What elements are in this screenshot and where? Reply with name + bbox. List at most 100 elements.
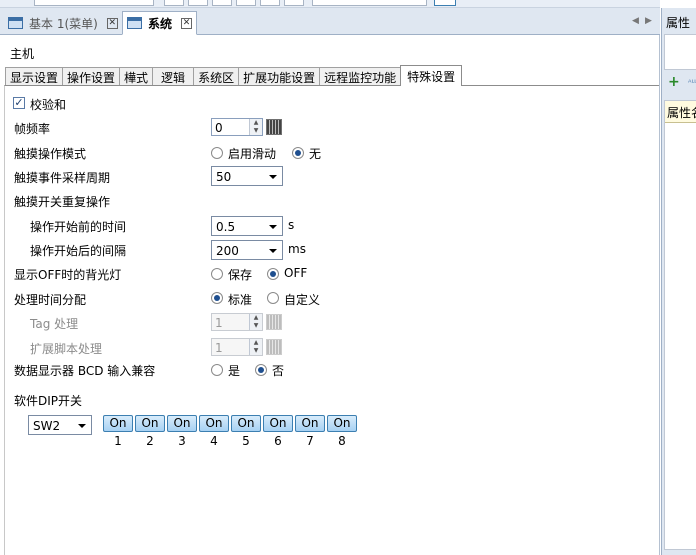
bcd-no-radio[interactable] — [255, 364, 267, 376]
object-selector[interactable] — [664, 34, 696, 70]
toolbar-button[interactable] — [236, 0, 256, 6]
backlight-label: 显示OFF时的背光灯 — [14, 268, 122, 282]
sort-icon[interactable]: ᴬᴸᴸ — [688, 78, 696, 87]
script-process-spinner[interactable]: 1 ▲ ▼ — [211, 338, 263, 356]
toolbar-button[interactable] — [188, 0, 208, 6]
touch-mode-swipe-label: 启用滑动 — [228, 147, 277, 161]
toolbar — [0, 0, 660, 8]
before-time-value: 0.5 — [216, 220, 236, 234]
keypad-icon[interactable] — [266, 339, 282, 355]
tab-extended-functions[interactable]: 扩展功能设置 — [238, 67, 321, 86]
special-settings-content — [4, 85, 659, 555]
toolbar-combo[interactable] — [312, 0, 427, 6]
tab-system-area[interactable]: 系统区 — [193, 67, 240, 86]
touch-sampling-label: 触摸事件采样周期 — [14, 171, 111, 185]
time-division-standard-label: 标准 — [228, 293, 253, 307]
scroll-right-icon[interactable]: ▶ — [645, 16, 652, 26]
dip-switch-5[interactable]: On — [231, 415, 261, 432]
add-icon[interactable]: + — [668, 74, 680, 90]
spin-up-icon[interactable]: ▲ — [250, 339, 262, 347]
tag-process-spinner[interactable]: 1 ▲ ▼ — [211, 313, 263, 331]
tab-display-settings[interactable]: 显示设置 — [5, 67, 64, 86]
dip-switch-number: 7 — [306, 434, 314, 448]
dip-switch-number: 3 — [178, 434, 186, 448]
tab-remote-monitoring[interactable]: 远程监控功能 — [319, 67, 402, 86]
dip-switch-1[interactable]: On — [103, 415, 133, 432]
properties-panel: 属性 + ᴬᴸᴸ 属性名 — [661, 8, 696, 555]
spin-up-icon[interactable]: ▲ — [250, 314, 262, 322]
scroll-left-icon[interactable]: ◀ — [632, 16, 639, 26]
dip-switch-label: 软件DIP开关 — [14, 394, 83, 408]
bcd-label: 数据显示器 BCD 输入兼容 — [14, 364, 156, 378]
backlight-save-label: 保存 — [228, 268, 253, 282]
toolbar-button[interactable] — [284, 0, 304, 6]
dip-switch-7[interactable]: On — [295, 415, 325, 432]
close-icon[interactable]: ✕ — [106, 17, 118, 29]
toolbar-button[interactable] — [260, 0, 280, 6]
property-name-header: 属性名 — [665, 101, 696, 123]
chevron-down-icon — [269, 249, 277, 253]
backlight-off-label: OFF — [284, 266, 308, 280]
dip-switch-number: 2 — [146, 434, 154, 448]
time-division-custom-radio[interactable] — [267, 292, 279, 304]
tab-special-settings[interactable]: 特殊设置 — [400, 65, 463, 86]
keypad-icon[interactable] — [266, 314, 282, 330]
touch-mode-swipe-radio[interactable] — [211, 147, 223, 159]
close-icon[interactable]: ✕ — [181, 17, 193, 29]
backlight-off-radio[interactable] — [267, 268, 279, 280]
screen-icon — [127, 17, 142, 29]
doc-tab-system[interactable]: 系统 ✕ — [122, 11, 198, 35]
dip-switch-selected: SW2 — [33, 419, 61, 433]
script-process-label: 扩展脚本处理 — [30, 342, 103, 356]
spin-down-icon[interactable]: ▼ — [250, 127, 262, 135]
document-tab-bar: 基本 1(菜单) ✕ 系统 ✕ ◀ ▶ — [0, 8, 660, 35]
screen-icon — [8, 17, 23, 29]
checksum-checkbox[interactable]: ✓ — [13, 97, 25, 109]
toolbar-button[interactable] — [212, 0, 232, 6]
spin-up-icon[interactable]: ▲ — [250, 119, 262, 127]
backlight-save-radio[interactable] — [211, 268, 223, 280]
dip-switch-number: 6 — [274, 434, 282, 448]
after-interval-label: 操作开始后的间隔 — [30, 244, 127, 258]
before-time-label: 操作开始前的时间 — [30, 220, 127, 234]
checksum-label: 校验和 — [30, 98, 67, 112]
toolbar-button[interactable] — [434, 0, 456, 6]
tag-process-label: Tag 处理 — [30, 317, 79, 331]
frame-rate-value: 0 — [215, 121, 223, 135]
toolbar-button[interactable] — [164, 0, 184, 6]
property-grid: 属性名 — [664, 100, 696, 550]
tab-operation-settings[interactable]: 操作设置 — [62, 67, 121, 86]
spin-down-icon[interactable]: ▼ — [250, 322, 262, 330]
chevron-down-icon — [269, 225, 277, 229]
bcd-yes-radio[interactable] — [211, 364, 223, 376]
spin-down-icon[interactable]: ▼ — [250, 347, 262, 355]
dip-switch-select[interactable]: SW2 — [28, 415, 92, 435]
settings-tab-bar: 显示设置 操作设置 樺式 逻辑 系统区 扩展功能设置 远程监控功能 特殊设置 — [5, 65, 463, 86]
bcd-no-label: 否 — [272, 364, 285, 378]
tab-logic[interactable]: 逻辑 — [152, 67, 195, 86]
keypad-icon[interactable] — [266, 119, 282, 135]
time-division-label: 处理时间分配 — [14, 293, 87, 307]
panel-title: 主机 — [10, 47, 35, 61]
tab-mode[interactable]: 樺式 — [119, 67, 154, 86]
touch-mode-none-radio[interactable] — [292, 147, 304, 159]
dip-switch-2[interactable]: On — [135, 415, 165, 432]
frame-rate-spinner[interactable]: 0 ▲ ▼ — [211, 118, 263, 136]
before-time-select[interactable]: 0.5 — [211, 216, 283, 236]
dip-switch-3[interactable]: On — [167, 415, 197, 432]
doc-tab-label: 基本 1(菜单) — [29, 16, 98, 31]
dip-switch-4[interactable]: On — [199, 415, 229, 432]
dip-switch-6[interactable]: On — [263, 415, 293, 432]
doc-tab-basic-1[interactable]: 基本 1(菜单) ✕ — [4, 11, 122, 35]
time-division-standard-radio[interactable] — [211, 292, 223, 304]
chevron-down-icon — [78, 424, 86, 428]
doc-tab-label: 系统 — [148, 16, 173, 31]
toolbar-combo[interactable] — [34, 0, 154, 6]
dip-switch-number: 4 — [210, 434, 218, 448]
dip-switch-8[interactable]: On — [327, 415, 357, 432]
after-interval-select[interactable]: 200 — [211, 240, 283, 260]
system-settings-panel: 主机 显示设置 操作设置 樺式 逻辑 系统区 扩展功能设置 远程监控功能 特殊设… — [0, 35, 660, 555]
touch-repeat-label: 触摸开关重复操作 — [14, 195, 111, 209]
properties-toolbar: + ᴬᴸᴸ — [666, 74, 696, 94]
touch-sampling-select[interactable]: 50 — [211, 166, 283, 186]
